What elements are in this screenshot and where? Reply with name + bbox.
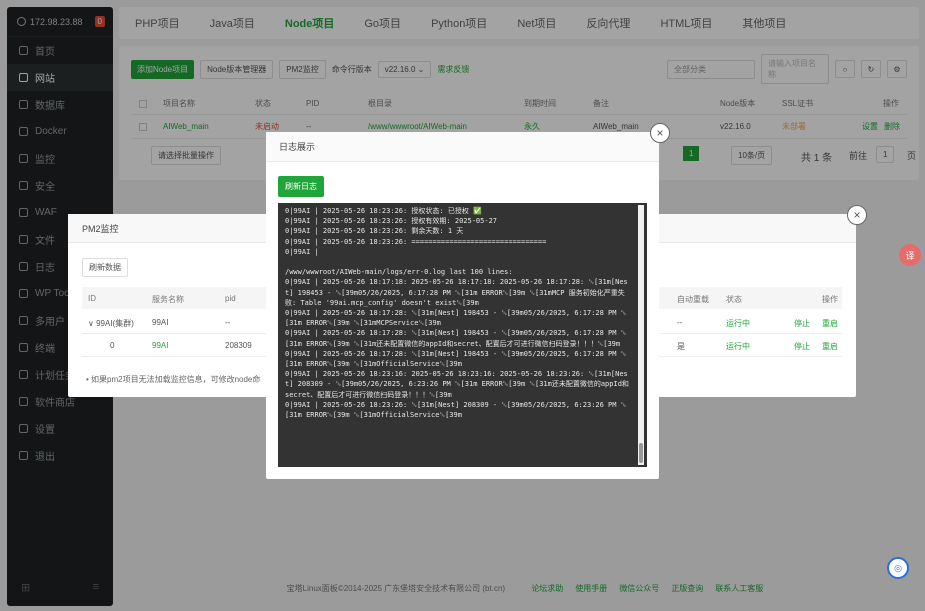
- translate-icon[interactable]: 译: [899, 244, 921, 266]
- pm2-stop-link[interactable]: 停止: [794, 318, 810, 329]
- refresh-log-button[interactable]: 刷新日志: [278, 176, 324, 197]
- pm2-col-actions: 操作: [822, 295, 838, 304]
- pm2-col-status: 状态: [726, 295, 742, 304]
- pm2-row-reload: 是: [677, 342, 685, 351]
- log-text: 0|99AI | 2025-05-26 18:23:26: 授权状态: 已授权 …: [285, 207, 629, 420]
- log-close-icon[interactable]: ×: [650, 123, 670, 143]
- pm2-row-reload: --: [677, 318, 683, 327]
- pm2-row-id[interactable]: ∨ 99AI(集群): [88, 318, 134, 329]
- pm2-restart-link[interactable]: 重启: [822, 341, 838, 352]
- pm2-col-reload: 自动重载: [677, 295, 709, 304]
- pm2-note: • 如果pm2项目无法加载监控信息，可修改node命: [86, 375, 261, 384]
- chat-support-icon[interactable]: ◎: [887, 557, 909, 579]
- pm2-row-name[interactable]: 99AI: [152, 341, 168, 350]
- log-dialog-title: 日志展示: [266, 132, 659, 162]
- pm2-row-pid: --: [225, 318, 231, 327]
- pm2-restart-link[interactable]: 重启: [822, 318, 838, 329]
- pm2-row-name: 99AI: [152, 318, 169, 327]
- refresh-data-button[interactable]: 刷新数据: [82, 258, 128, 277]
- log-scrollbar-thumb[interactable]: [639, 443, 643, 463]
- pm2-col-name: 服务名称: [152, 295, 184, 304]
- pm2-close-icon[interactable]: ×: [847, 205, 867, 225]
- pm2-stop-link[interactable]: 停止: [794, 341, 810, 352]
- pm2-col-pid: pid: [225, 294, 236, 303]
- pm2-row-pid: 208309: [225, 341, 252, 350]
- log-scrollbar[interactable]: [638, 205, 644, 465]
- pm2-row-status: 运行中: [726, 342, 750, 351]
- pm2-col-id: ID: [88, 294, 96, 303]
- log-output[interactable]: 0|99AI | 2025-05-26 18:23:26: 授权状态: 已授权 …: [278, 203, 647, 467]
- log-dialog: 日志展示 刷新日志 0|99AI | 2025-05-26 18:23:26: …: [266, 132, 659, 479]
- pm2-row-id: 0: [110, 341, 115, 350]
- pm2-row-status: 运行中: [726, 319, 750, 328]
